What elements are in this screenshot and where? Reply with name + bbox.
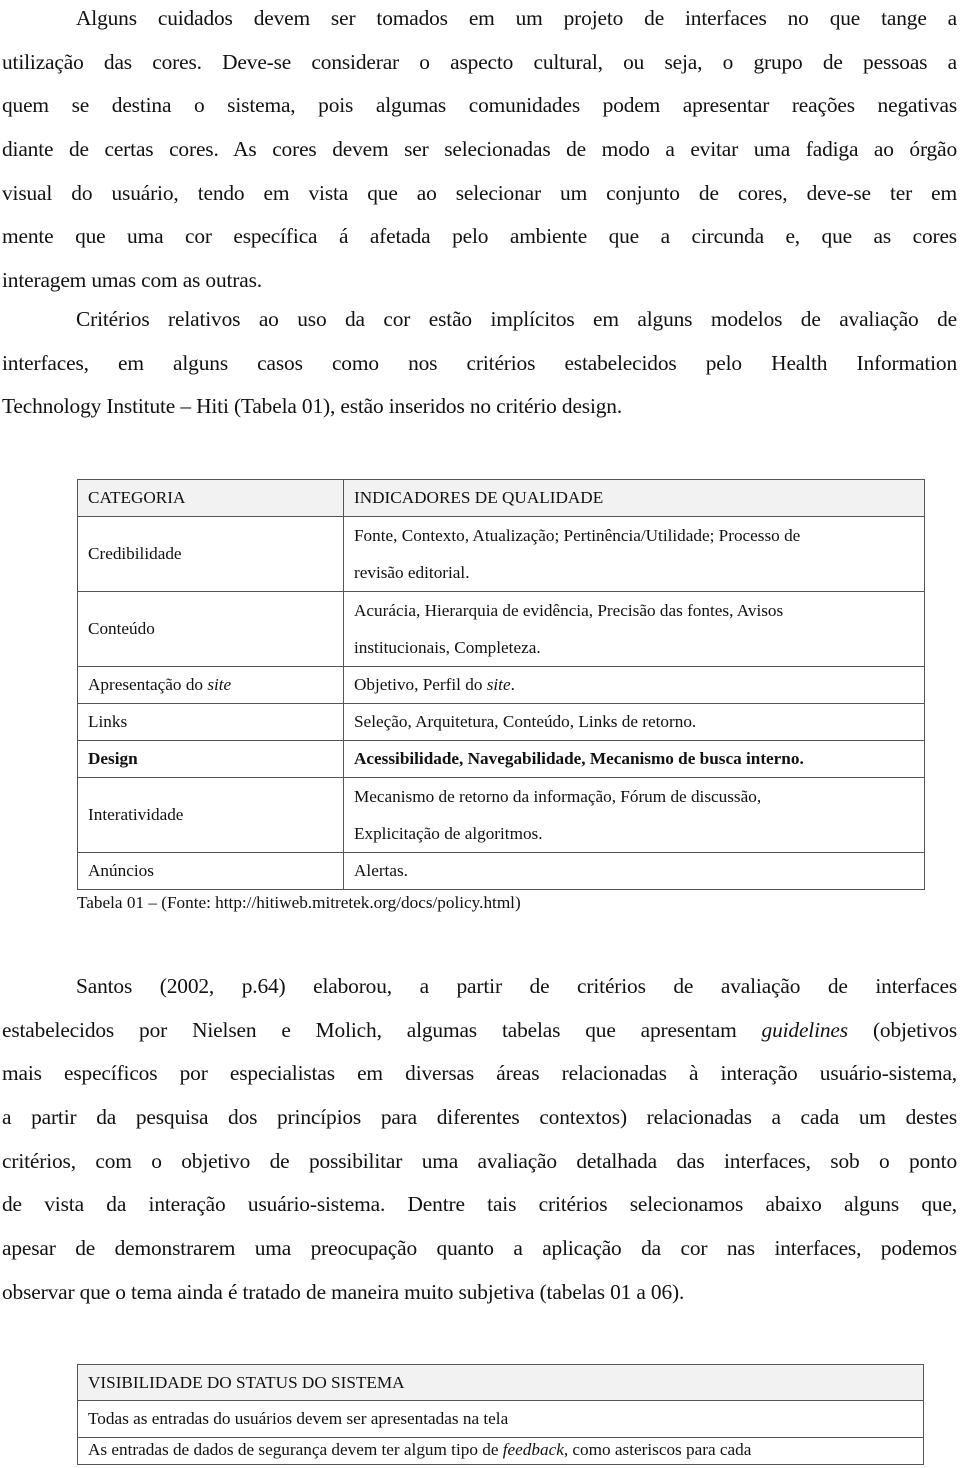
guideline-cell: As entradas de dados de segurança devem … — [77, 1437, 924, 1465]
text-line: Technology Institute – Hiti (Tabela 01),… — [2, 394, 623, 419]
paragraph-color-care: Alguns cuidados devem ser tomados em um … — [2, 0, 957, 303]
guideline-cell: Todas as entradas do usuários devem ser … — [77, 1400, 924, 1438]
text-line: apesar de demonstrarem uma preocupação q… — [2, 1236, 957, 1261]
text-line: quem se destina o sistema, pois algumas … — [2, 93, 957, 118]
table-row: Conteúdo Acurácia, Hierarquia de evidênc… — [77, 591, 925, 667]
visibility-status-table: VISIBILIDADE DO STATUS DO SISTEMA Todas … — [77, 1364, 924, 1465]
header-category: CATEGORIA — [77, 479, 344, 517]
indicator-text: . — [510, 675, 515, 694]
paragraph-criteria: Critérios relativos ao uso da cor estão … — [2, 298, 957, 429]
indicator-line: Explicitação de algoritmos. — [354, 824, 543, 843]
indicators-cell: Alertas. — [343, 852, 925, 890]
category-cell: Design — [77, 740, 344, 778]
paragraph-santos: Santos (2002, p.64) elaborou, a partir d… — [2, 965, 957, 1315]
category-cell: Apresentação do site — [77, 666, 344, 704]
indicators-cell: Seleção, Arquitetura, Conteúdo, Links de… — [343, 703, 925, 741]
category-italic-text: site — [207, 675, 232, 694]
text-line: interfaces, em alguns casos como nos cri… — [2, 350, 957, 375]
indicators-cell: Acessibilidade, Navegabilidade, Mecanism… — [343, 740, 925, 778]
text-line: Critérios relativos ao uso da cor estão … — [76, 307, 957, 331]
table-row: Interatividade Mecanismo de retorno da i… — [77, 777, 925, 853]
table-caption: Tabela 01 – (Fonte: http://hitiweb.mitre… — [77, 893, 521, 912]
category-cell: Interatividade — [77, 777, 344, 853]
indicator-line: Acurácia, Hierarquia de evidência, Preci… — [354, 601, 784, 620]
indicator-line: Fonte, Contexto, Atualização; Pertinênci… — [354, 526, 801, 545]
category-cell: Anúncios — [77, 852, 344, 890]
indicators-cell: Acurácia, Hierarquia de evidência, Preci… — [343, 591, 925, 667]
italic-term: feedback — [502, 1440, 564, 1459]
text-line: mente que uma cor específica á afetada p… — [2, 224, 957, 249]
text-line: observar que o tema ainda é tratado de m… — [2, 1279, 685, 1304]
text-line: estabelecidos por Nielsen e Molich, algu… — [2, 1017, 957, 1042]
text-line: mais específicos por especialistas em di… — [2, 1061, 957, 1086]
quality-indicators-table: CATEGORIA INDICADORES DE QUALIDADE Credi… — [77, 479, 925, 890]
text-line: visual do usuário, tendo em vista que ao… — [2, 180, 957, 205]
guideline-text: As entradas de dados de segurança devem … — [88, 1440, 503, 1459]
table-header-row: CATEGORIA INDICADORES DE QUALIDADE — [77, 479, 925, 517]
text-line: critérios, com o objetivo de possibilita… — [2, 1148, 957, 1173]
indicator-text: Objetivo, Perfil do — [354, 675, 487, 694]
italic-term: guidelines — [761, 1017, 849, 1042]
text-line: a partir da pesquisa dos princípios para… — [2, 1105, 957, 1130]
table-row: Todas as entradas do usuários devem ser … — [77, 1400, 924, 1438]
table-header-row: VISIBILIDADE DO STATUS DO SISTEMA — [77, 1364, 924, 1401]
text-line: utilização das cores. Deve-se considerar… — [2, 49, 957, 74]
indicator-line: institucionais, Completeza. — [354, 638, 541, 657]
text-line: Alguns cuidados devem ser tomados em um … — [76, 6, 957, 30]
table-row: As entradas de dados de segurança devem … — [77, 1437, 924, 1465]
category-text: Apresentação do — [88, 675, 208, 694]
category-cell: Credibilidade — [77, 516, 344, 592]
category-cell: Conteúdo — [77, 591, 344, 667]
table-row: Anúncios Alertas. — [77, 852, 925, 890]
indicator-italic-text: site — [486, 675, 511, 694]
text-line: interagem umas com as outras. — [2, 268, 262, 293]
indicators-cell: Objetivo, Perfil do site. — [343, 666, 925, 704]
header-indicators: INDICADORES DE QUALIDADE — [343, 479, 925, 517]
table-row-design: Design Acessibilidade, Navegabilidade, M… — [77, 740, 925, 778]
table-row: Links Seleção, Arquitetura, Conteúdo, Li… — [77, 703, 925, 741]
header-cell: VISIBILIDADE DO STATUS DO SISTEMA — [77, 1364, 924, 1401]
text-line: de vista da interação usuário-sistema. D… — [2, 1192, 957, 1217]
indicators-cell: Fonte, Contexto, Atualização; Pertinênci… — [343, 516, 925, 592]
table-row: Credibilidade Fonte, Contexto, Atualizaç… — [77, 516, 925, 592]
guideline-text: , como asteriscos para cada — [563, 1440, 752, 1459]
indicators-cell: Mecanismo de retorno da informação, Fóru… — [343, 777, 925, 853]
indicator-line: revisão editorial. — [354, 563, 470, 582]
category-cell: Links — [77, 703, 344, 741]
indicator-line: Mecanismo de retorno da informação, Fóru… — [354, 787, 762, 806]
table-row: Apresentação do site Objetivo, Perfil do… — [77, 666, 925, 704]
text-line: Santos (2002, p.64) elaborou, a partir d… — [76, 974, 957, 998]
text-line: diante de certas cores. As cores devem s… — [2, 137, 957, 162]
